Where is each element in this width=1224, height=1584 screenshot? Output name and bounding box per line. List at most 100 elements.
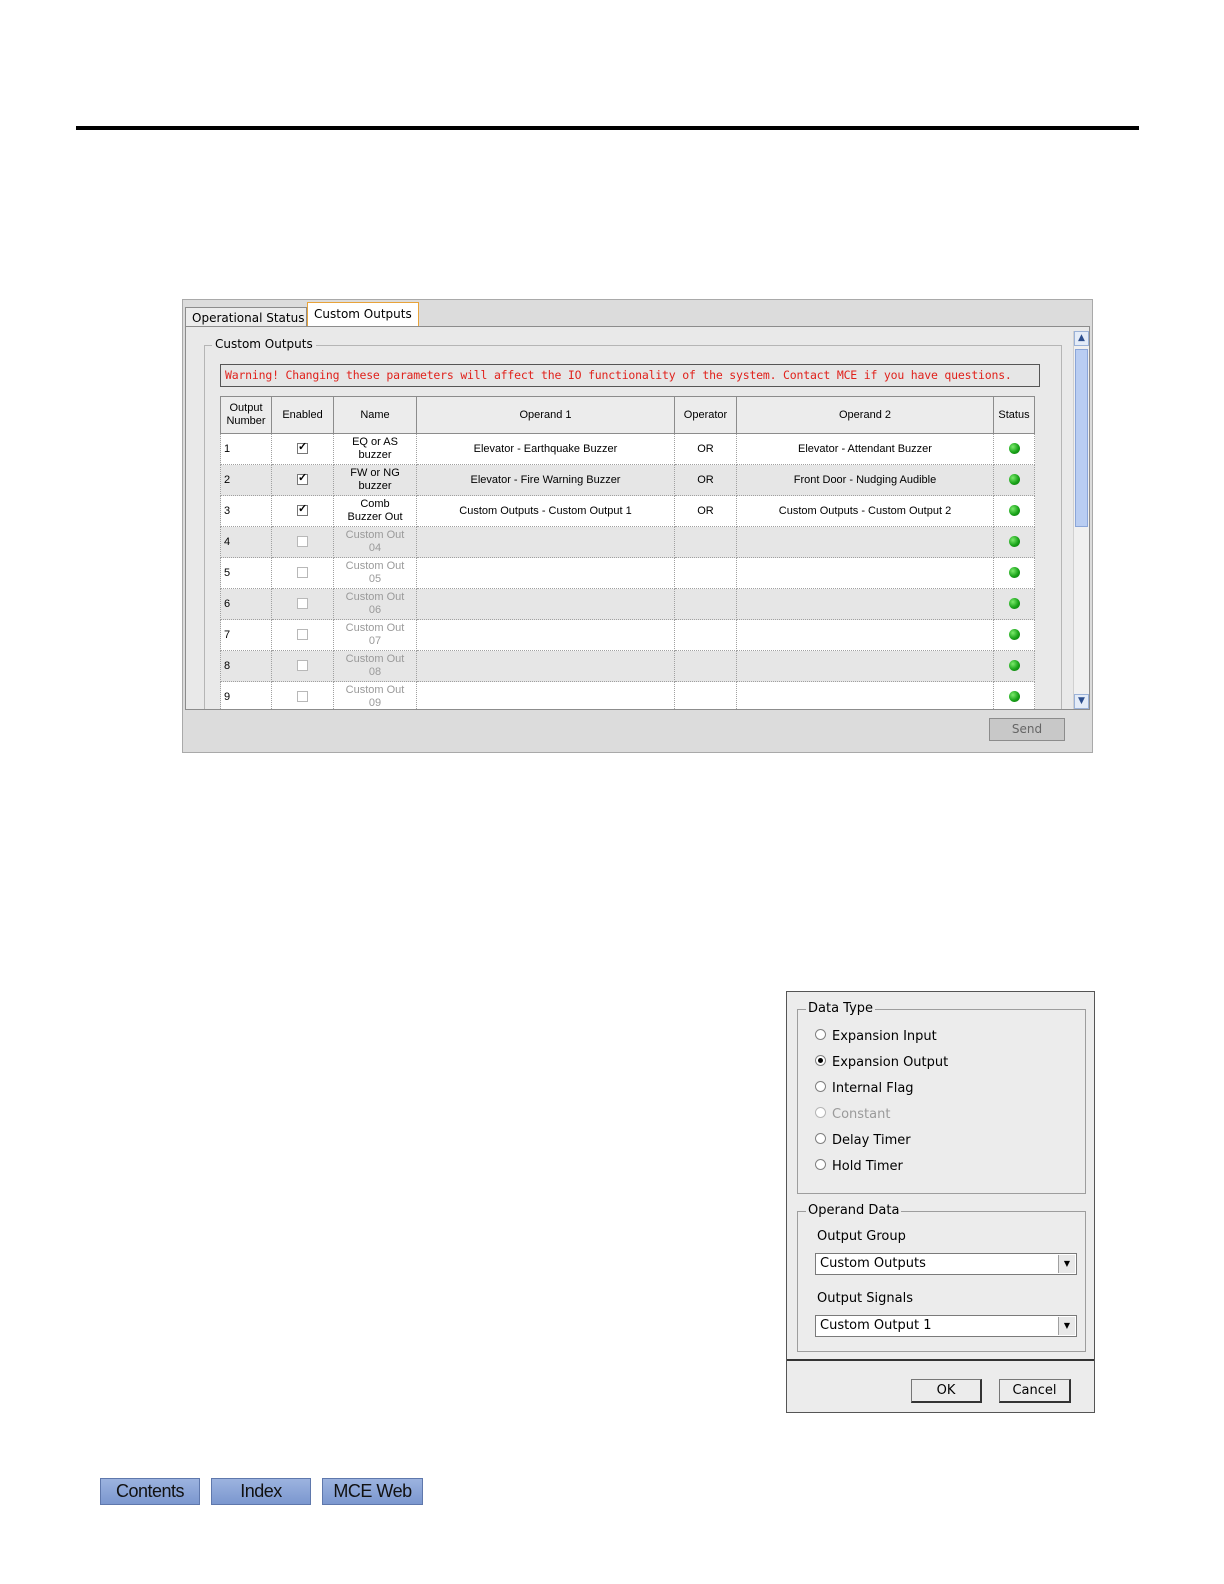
radio-unselected-icon[interactable] [815, 1133, 826, 1144]
status-cell [993, 681, 1035, 709]
table-row[interactable]: 3Comb Buzzer OutCustom Outputs - Custom … [220, 495, 1035, 527]
status-led-icon [1008, 567, 1020, 579]
output-group-value: Custom Outputs [820, 1256, 926, 1271]
checkbox-unchecked-icon[interactable] [297, 660, 308, 672]
enabled-cell[interactable] [271, 464, 334, 496]
column-header-name: Name [333, 396, 417, 434]
radio-option[interactable]: Delay Timer [815, 1132, 911, 1150]
operand-2-cell [736, 526, 994, 558]
send-button[interactable]: Send [989, 718, 1065, 741]
table-header-row: Output Number Enabled Name Operand 1 Ope… [220, 396, 1035, 434]
cancel-button[interactable]: Cancel [999, 1379, 1071, 1403]
radio-unselected-icon[interactable] [815, 1029, 826, 1040]
dialog-divider [787, 1359, 1094, 1361]
checkbox-unchecked-icon[interactable] [297, 629, 308, 641]
table-scrollbar[interactable]: ▲ ▼ [1073, 331, 1089, 709]
status-cell [993, 433, 1035, 465]
output-signals-select[interactable]: Custom Output 1 ▼ [815, 1315, 1077, 1337]
radio-option[interactable]: Hold Timer [815, 1158, 903, 1176]
operator-cell [674, 557, 737, 589]
mce-web-button[interactable]: MCE Web [322, 1478, 423, 1505]
contents-button[interactable]: Contents [100, 1478, 200, 1505]
table-row[interactable]: 5 Custom Out 05 [220, 557, 1035, 589]
operator-cell: OR [674, 495, 737, 527]
output-number-cell: 3 [220, 495, 272, 527]
status-cell [993, 464, 1035, 496]
custom-outputs-window: Operational Status Custom Outputs Custom… [182, 299, 1093, 753]
checkbox-checked-icon[interactable] [297, 441, 308, 455]
radio-label: Expansion Input [832, 1029, 937, 1044]
status-led-icon [1008, 443, 1020, 455]
status-led-icon [1008, 598, 1020, 610]
ok-button[interactable]: OK [911, 1379, 982, 1403]
table-row[interactable]: 9 Custom Out 09 [220, 681, 1035, 709]
enabled-cell[interactable] [271, 495, 334, 527]
header-rule [76, 126, 1139, 130]
name-cell: Custom Out 05 [333, 557, 417, 589]
radio-option[interactable]: Expansion Output [815, 1054, 948, 1072]
radio-selected-icon[interactable] [815, 1055, 826, 1066]
output-number-cell: 1 [220, 433, 272, 465]
checkbox-checked-icon[interactable] [297, 503, 308, 517]
enabled-cell[interactable] [271, 526, 334, 558]
table-row[interactable]: 8 Custom Out 08 [220, 650, 1035, 682]
checkbox-unchecked-icon[interactable] [297, 691, 308, 703]
tab-operational-status[interactable]: Operational Status [185, 307, 307, 326]
table-row[interactable]: 6 Custom Out 06 [220, 588, 1035, 620]
scroll-thumb[interactable] [1075, 349, 1088, 527]
operand-2-cell [736, 681, 994, 709]
table-row[interactable]: 1 EQ or AS buzzerElevator - Earthquake Bu… [220, 433, 1035, 465]
output-number-cell: 9 [220, 681, 272, 709]
enabled-cell[interactable] [271, 588, 334, 620]
output-signals-value: Custom Output 1 [820, 1318, 932, 1333]
chevron-down-icon[interactable]: ▼ [1058, 1255, 1075, 1273]
table-row[interactable]: 7 Custom Out 07 [220, 619, 1035, 651]
radio-label: Constant [832, 1107, 891, 1122]
column-header-operand-1: Operand 1 [416, 396, 675, 434]
output-signals-label: Output Signals [817, 1291, 913, 1306]
checkbox-unchecked-icon[interactable] [297, 567, 308, 579]
operand-1-cell [416, 526, 675, 558]
operand-2-cell: Elevator - Attendant Buzzer [736, 433, 994, 465]
enabled-cell[interactable] [271, 681, 334, 709]
name-cell: Custom Out 07 [333, 619, 417, 651]
table-row[interactable]: 4 Custom Out 04 [220, 526, 1035, 558]
operand-dialog: Data Type Expansion Input Expansion Outpu… [786, 991, 1095, 1413]
data-type-legend: Data Type [806, 1001, 876, 1016]
checkbox-unchecked-icon[interactable] [297, 598, 308, 610]
enabled-cell[interactable] [271, 433, 334, 465]
tab-custom-outputs[interactable]: Custom Outputs [307, 302, 419, 326]
operand-1-cell [416, 557, 675, 589]
checkbox-checked-icon[interactable] [297, 472, 308, 486]
chevron-down-icon[interactable]: ▼ [1058, 1317, 1075, 1335]
table-row[interactable]: 2 FW or NG buzzerElevator - Fire Warning … [220, 464, 1035, 496]
enabled-cell[interactable] [271, 557, 334, 589]
radio-option[interactable]: Internal Flag [815, 1080, 914, 1098]
radio-option[interactable]: Expansion Input [815, 1028, 937, 1046]
scroll-up-icon[interactable]: ▲ [1074, 331, 1089, 346]
name-cell: FW or NG buzzer [333, 464, 417, 496]
output-group-select[interactable]: Custom Outputs ▼ [815, 1253, 1077, 1275]
name-cell: Comb Buzzer Out [333, 495, 417, 527]
enabled-cell[interactable] [271, 619, 334, 651]
index-button[interactable]: Index [211, 1478, 311, 1505]
checkbox-unchecked-icon[interactable] [297, 536, 308, 548]
operand-1-cell: Elevator - Earthquake Buzzer [416, 433, 675, 465]
output-number-cell: 7 [220, 619, 272, 651]
operand-2-cell [736, 650, 994, 682]
status-cell [993, 619, 1035, 651]
column-header-operand-2: Operand 2 [736, 396, 994, 434]
status-led-icon [1008, 474, 1020, 486]
operand-1-cell [416, 681, 675, 709]
operand-2-cell [736, 557, 994, 589]
custom-outputs-panel: Custom Outputs Warning! Changing these p… [185, 326, 1090, 710]
operator-cell [674, 650, 737, 682]
operand-1-cell: Elevator - Fire Warning Buzzer [416, 464, 675, 496]
radio-unselected-icon[interactable] [815, 1081, 826, 1092]
scroll-down-icon[interactable]: ▼ [1074, 694, 1089, 709]
output-number-cell: 6 [220, 588, 272, 620]
group-label: Custom Outputs [212, 337, 316, 351]
enabled-cell[interactable] [271, 650, 334, 682]
status-led-icon [1008, 660, 1020, 672]
radio-unselected-icon[interactable] [815, 1159, 826, 1170]
